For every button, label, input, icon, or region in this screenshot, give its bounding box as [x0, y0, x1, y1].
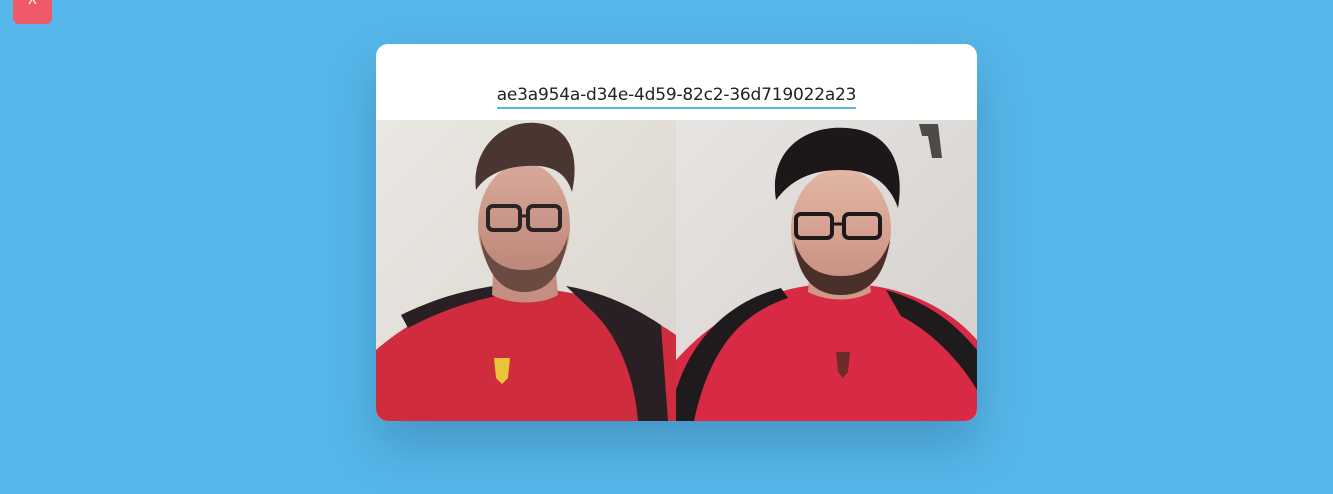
video-call-card: ae3a954a-d34e-4d59-82c2-36d719022a23: [376, 44, 977, 421]
local-video-frame: [376, 120, 676, 421]
video-grid: [376, 120, 977, 421]
room-id-text[interactable]: ae3a954a-d34e-4d59-82c2-36d719022a23: [496, 84, 856, 109]
local-video: [376, 120, 676, 421]
remote-video-frame: [676, 120, 977, 421]
remote-video: [676, 120, 977, 421]
room-id-container: ae3a954a-d34e-4d59-82c2-36d719022a23: [376, 84, 977, 109]
close-button[interactable]: X: [13, 0, 52, 24]
